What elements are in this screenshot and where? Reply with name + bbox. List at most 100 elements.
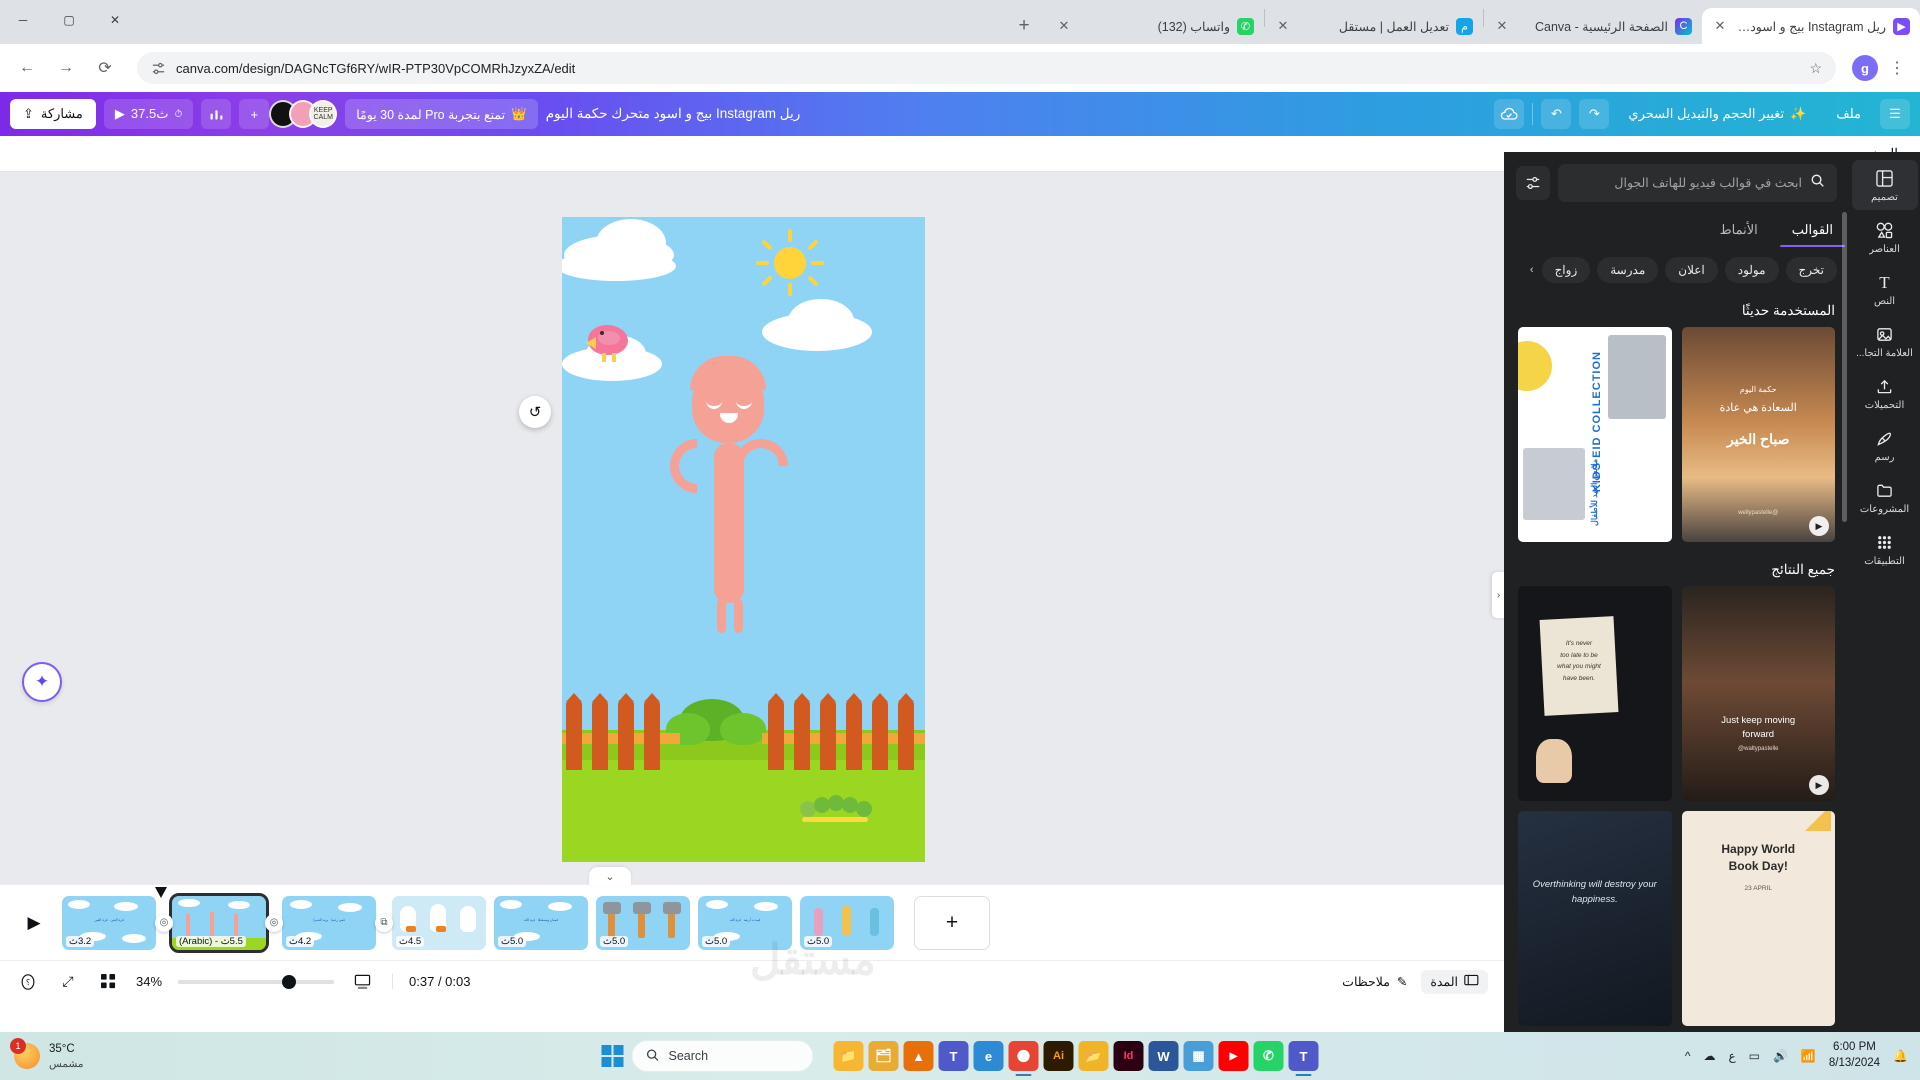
chip-newborn[interactable]: مولود — [1725, 257, 1779, 283]
chart-icon[interactable] — [201, 99, 231, 129]
preview-play-button[interactable]: ▶ 37.5ث ⏱ — [104, 99, 193, 129]
chips-next-icon[interactable]: ‹ — [1529, 264, 1535, 276]
volume-icon[interactable]: 🔊 — [1773, 1049, 1788, 1063]
tab-close-icon[interactable]: ✕ — [1275, 18, 1291, 34]
timeline-clip-1[interactable]: 5.5ث - (Arabic) — [172, 896, 266, 950]
taskbar-teams-2[interactable]: T — [1289, 1041, 1319, 1071]
magic-studio-button[interactable]: ✦ — [22, 662, 62, 702]
browser-menu-icon[interactable]: ⋮ — [1886, 58, 1908, 78]
weather-widget[interactable]: 1 35°C مشمس — [0, 1042, 83, 1070]
add-collaborator-button[interactable]: + — [239, 99, 269, 129]
window-minimize-button[interactable]: ─ — [0, 2, 46, 38]
browser-tab-3[interactable]: ✆ واتساب (132) ✕ — [1046, 8, 1264, 44]
tray-expand-icon[interactable]: ^ — [1685, 1049, 1691, 1063]
taskbar-word[interactable]: W — [1149, 1041, 1179, 1071]
taskbar-vlc[interactable]: ▲ — [904, 1041, 934, 1071]
card-keep-moving[interactable]: Just keep movingforward @waltypastelle ▶ — [1682, 586, 1836, 801]
chip-school[interactable]: مدرسة — [1597, 257, 1658, 283]
timeline-clip-4[interactable]: فمنان ويسقطا فرة الله 5.0ث — [494, 896, 588, 950]
file-menu-button[interactable]: ملف — [1825, 99, 1872, 129]
card-book-day[interactable]: Happy WorldBook Day! 23 APRIL — [1682, 811, 1836, 1026]
profile-avatar[interactable]: g — [1852, 55, 1878, 81]
rail-elements[interactable]: العناصر — [1852, 212, 1918, 262]
rail-text[interactable]: T النص — [1852, 264, 1918, 314]
tab-close-icon[interactable]: ✕ — [1494, 18, 1510, 34]
undo-icon[interactable]: ↶ — [1541, 99, 1571, 129]
timeline-clip-5[interactable]: 5.0ث — [596, 896, 690, 950]
tab-close-icon[interactable]: ✕ — [1712, 18, 1728, 34]
timeline-play-button[interactable]: ▶ — [14, 903, 54, 943]
rail-uploads[interactable]: التحميلات — [1852, 368, 1918, 418]
filters-icon[interactable] — [1516, 166, 1550, 200]
timeline-clip-2[interactable]: فمن رضيا بربة الصبرا 4.2ث — [282, 896, 376, 950]
canvas-page[interactable] — [562, 217, 925, 862]
taskbar-chrome[interactable]: ◎ — [1009, 1041, 1039, 1071]
avatar-keep-calm[interactable]: KEEPCALM — [309, 100, 337, 128]
bookmark-icon[interactable]: ☆ — [1809, 60, 1822, 77]
grid-icon[interactable] — [96, 970, 120, 994]
tab-close-icon[interactable]: ✕ — [1056, 18, 1072, 34]
timeline-clip-0[interactable]: قرة العين قرة العين 3.2ث — [62, 896, 156, 950]
taskbar-whatsapp[interactable]: ✆ — [1254, 1041, 1284, 1071]
taskbar-illustrator[interactable]: Ai — [1044, 1041, 1074, 1071]
taskbar-search[interactable]: Search — [632, 1040, 814, 1072]
card-morning-quote[interactable]: حكمة اليوم السعادة هي عادة صباح الخير @w… — [1682, 327, 1836, 542]
chip-ad[interactable]: اعلان — [1665, 257, 1717, 283]
taskbar-edge[interactable]: e — [974, 1041, 1004, 1071]
taskbar-teams-1[interactable]: T — [939, 1041, 969, 1071]
hamburger-menu-icon[interactable]: ☰ — [1880, 99, 1910, 129]
pro-trial-button[interactable]: 👑 تمتع بتجربة Pro لمدة 30 يومًا — [345, 99, 537, 129]
window-close-button[interactable]: ✕ — [92, 2, 138, 38]
design-canvas[interactable] — [562, 217, 925, 862]
tab-search-icon[interactable]: ⌄ — [1888, 4, 1914, 30]
clip-transition-2[interactable]: ⧉ — [375, 914, 393, 932]
language-indicator[interactable]: ع — [1728, 1049, 1735, 1063]
duration-button[interactable]: المدة — [1421, 970, 1488, 994]
address-bar[interactable]: canva.com/design/DAGNcTGf6RY/wIR-PTP30Vp… — [137, 52, 1836, 84]
site-settings-icon[interactable] — [151, 61, 166, 76]
battery-icon[interactable]: ▭ — [1749, 1049, 1760, 1063]
tab-templates[interactable]: القوالب — [1788, 214, 1837, 247]
clip-transition-0[interactable]: ◎ — [155, 914, 173, 932]
clip-transition-1[interactable]: ◎ — [265, 914, 283, 932]
rail-draw[interactable]: رسم — [1852, 420, 1918, 470]
magic-switch-button[interactable]: تغيير الحجم والتبديل السحري ✨ — [1617, 99, 1817, 129]
timeline-collapse-tab[interactable]: ⌄ — [589, 867, 631, 886]
add-page-button[interactable]: + — [914, 896, 990, 950]
chip-wedding[interactable]: زواج — [1542, 257, 1591, 283]
taskbar-youtube[interactable]: ▶ — [1219, 1041, 1249, 1071]
card-eid-collection[interactable]: KIDS EID COLLECTION ملابس العيد للأطفال — [1518, 327, 1672, 542]
timeline-playhead[interactable] — [155, 887, 167, 898]
panel-scrollbar[interactable] — [1842, 212, 1847, 522]
share-button[interactable]: مشاركة ⇪ — [10, 99, 96, 129]
new-tab-button[interactable]: + — [1010, 12, 1038, 40]
rail-projects[interactable]: المشروعات — [1852, 472, 1918, 522]
rotate-handle[interactable]: ↺ — [519, 396, 551, 428]
taskbar-indesign[interactable]: Id — [1114, 1041, 1144, 1071]
taskbar-explorer[interactable]: 📁 — [834, 1041, 864, 1071]
reload-icon[interactable]: ⟳ — [90, 53, 120, 83]
zoom-slider-handle[interactable] — [282, 975, 296, 989]
search-input[interactable] — [1570, 176, 1802, 190]
taskbar-files[interactable]: 📂 — [1079, 1041, 1109, 1071]
zoom-slider[interactable] — [178, 980, 334, 984]
window-maximize-button[interactable]: ▢ — [46, 2, 92, 38]
taskbar-folder[interactable]: 🗂 — [869, 1041, 899, 1071]
rail-brand[interactable]: العلامة التجا... — [1852, 316, 1918, 366]
card-overthinking[interactable]: Overthinking will destroy your happiness… — [1518, 811, 1672, 1026]
rail-design[interactable]: تصميم — [1852, 160, 1918, 210]
redo-icon[interactable]: ↷ — [1579, 99, 1609, 129]
forward-icon[interactable]: → — [51, 53, 81, 83]
tab-styles[interactable]: الأنماط — [1716, 214, 1762, 247]
taskbar-clock[interactable]: 6:00 PM 8/13/2024 — [1829, 1040, 1880, 1071]
cloud-check-icon[interactable] — [1494, 99, 1524, 129]
timeline-clip-3[interactable]: 4.5ث — [392, 896, 486, 950]
taskbar-store[interactable]: ▦ — [1184, 1041, 1214, 1071]
wifi-icon[interactable]: 📶 — [1801, 1049, 1816, 1063]
cloud-icon[interactable]: ☁ — [1703, 1049, 1715, 1063]
back-icon[interactable]: ← — [12, 53, 42, 83]
card-paper-quote[interactable]: It's nevertoo late to bewhat you mightha… — [1518, 586, 1672, 801]
help-icon[interactable]: ؟ — [16, 970, 40, 994]
start-button[interactable] — [602, 1045, 624, 1067]
play-badge-icon[interactable]: ▶ — [1809, 775, 1829, 795]
